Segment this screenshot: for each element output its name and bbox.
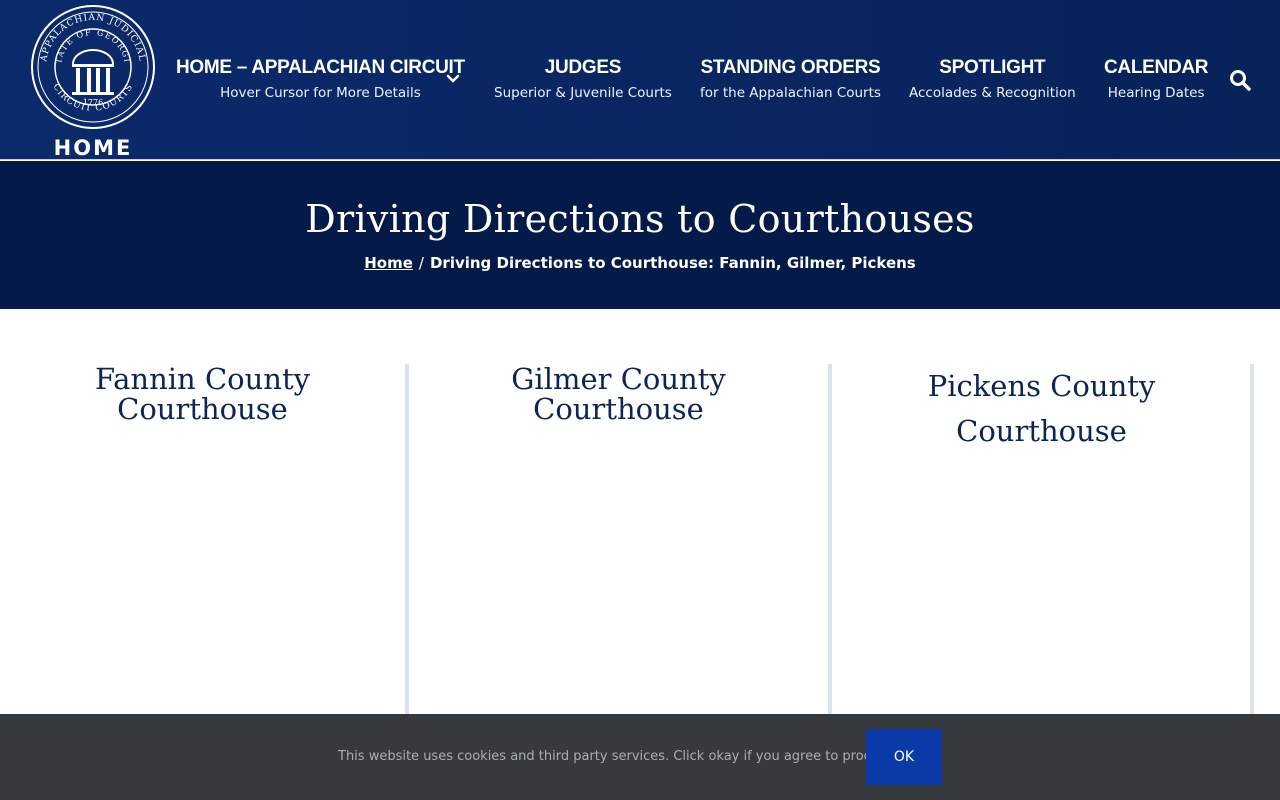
nav-item-subtitle: Superior & Juvenile Courts [494, 85, 672, 101]
nav-item-subtitle: Hearing Dates [1107, 85, 1205, 101]
breadcrumb-home-link[interactable]: Home [364, 254, 413, 272]
nav-item-title: SPOTLIGHT [939, 57, 1046, 78]
nav-item-standing-orders[interactable]: STANDING ORDERS for the Appalachian Cour… [700, 56, 881, 106]
nav-item-subtitle: Hover Cursor for More Details [220, 85, 421, 101]
fannin-column: Fannin County Courthouse [0, 364, 405, 724]
column-heading: Pickens County Courthouse [927, 369, 1156, 448]
nav-item-title: STANDING ORDERS [700, 57, 881, 78]
nav-item-spotlight[interactable]: SPOTLIGHT Accolades & Recognition [909, 56, 1076, 106]
main-nav: HOME – APPALACHIAN CIRCUIT Hover Cursor … [0, 0, 1280, 160]
page-title: Driving Directions to Courthouses [305, 197, 975, 241]
nav-item-title: CALENDAR [1104, 57, 1209, 78]
nav-item-calendar[interactable]: CALENDAR Hearing Dates [1104, 56, 1209, 106]
pickens-column: Pickens County Courthouse [832, 364, 1251, 724]
nav-item-home[interactable]: HOME – APPALACHIAN CIRCUIT Hover Cursor … [176, 56, 465, 106]
column-divider [1250, 364, 1254, 724]
site-header: APPALACHIAN JUDICIAL CIRCUIT COURTS STAT… [0, 0, 1280, 160]
cookie-consent-bar: This website uses cookies and third part… [0, 714, 1280, 800]
nav-item-title: HOME – APPALACHIAN CIRCUIT [176, 57, 465, 78]
nav-item-subtitle: Accolades & Recognition [909, 85, 1076, 101]
page-title-band: Driving Directions to Courthouses Home / D… [0, 161, 1280, 309]
nav-item-title: JUDGES [544, 57, 622, 78]
breadcrumb-separator: / [418, 254, 424, 272]
column-heading: Fannin County Courthouse [94, 362, 310, 426]
cookie-ok-button[interactable]: OK [866, 729, 942, 785]
cookie-message: This website uses cookies and third part… [338, 749, 900, 764]
breadcrumb-current: Driving Directions to Courthouse: Fannin… [429, 254, 916, 272]
column-heading: Gilmer County Courthouse [511, 362, 726, 426]
nav-item-subtitle: for the Appalachian Courts [700, 85, 881, 101]
gilmer-column: Gilmer County Courthouse [409, 364, 828, 724]
chevron-down-icon[interactable] [446, 74, 460, 84]
breadcrumb: Home / Driving Directions to Courthouse: F… [0, 254, 1280, 272]
search-icon[interactable] [1228, 68, 1252, 92]
nav-item-judges[interactable]: JUDGES Superior & Juvenile Courts [494, 56, 672, 106]
